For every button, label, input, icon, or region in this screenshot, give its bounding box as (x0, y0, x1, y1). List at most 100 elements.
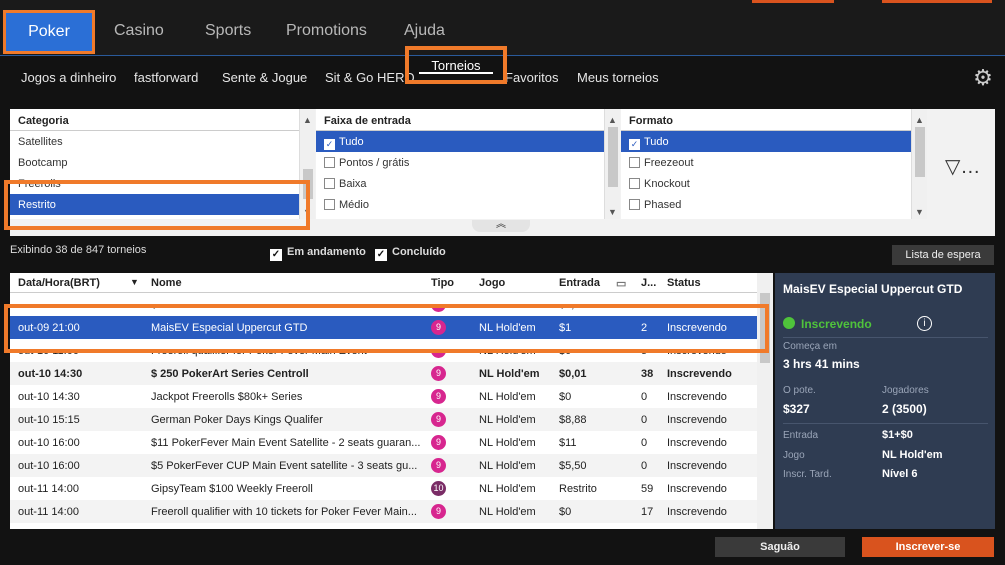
categoria-option[interactable]: Satellites (10, 131, 315, 152)
tab-promotions[interactable]: Promotions (286, 22, 367, 40)
cell-jogadores: 0 (641, 391, 648, 403)
starts-label: Começa em (783, 341, 837, 352)
scroll-thumb[interactable] (760, 293, 770, 363)
divider (783, 337, 988, 338)
checkbox-icon[interactable] (324, 199, 335, 210)
col-name[interactable]: Nome (151, 277, 182, 289)
subtab-sente-jogue[interactable]: Sente & Jogue (222, 70, 307, 85)
cell-jogadores: 17 (641, 506, 654, 518)
faixa-option-label: Pontos / grátis (339, 157, 410, 169)
table-row[interactable]: out-10 15:15 German Poker Days Kings Qua… (10, 408, 773, 431)
col-jogo[interactable]: Jogo (479, 277, 505, 289)
checkbox-icon[interactable] (629, 199, 640, 210)
col-datetime[interactable]: Data/Hora(BRT) (18, 277, 100, 289)
top-button-2[interactable] (882, 0, 992, 3)
table-row[interactable]: out-10 16:00 $5 PokerFever CUP Main Even… (10, 454, 773, 477)
checkbox-icon[interactable]: ✓ (629, 139, 640, 150)
categoria-option-selected[interactable]: Restrito (10, 194, 315, 215)
tab-sports[interactable]: Sports (205, 22, 251, 40)
filter-em-andamento[interactable]: ✓ Em andamento (270, 246, 366, 261)
categoria-option-label: Satellites (18, 136, 63, 148)
filter-panel: Categoria Satellites Bootcamp Freerolls … (10, 109, 995, 236)
checkbox-icon[interactable]: ✓ (270, 249, 282, 261)
tab-casino[interactable]: Casino (114, 22, 164, 40)
checkbox-icon[interactable] (629, 178, 640, 189)
formato-scrollbar[interactable]: ▲ ▼ (911, 109, 927, 219)
subtab-meus-torneios[interactable]: Meus torneios (577, 70, 659, 85)
scroll-down-icon[interactable]: ▼ (303, 207, 312, 217)
collapse-filters-icon[interactable]: ︽ (472, 220, 530, 232)
categoria-option[interactable]: Bootcamp (10, 152, 315, 173)
info-icon[interactable]: i (917, 316, 932, 331)
filter-concluido[interactable]: ✓ Concluído (375, 246, 446, 261)
checkbox-icon[interactable]: ✓ (375, 249, 387, 261)
gear-icon[interactable]: ⚙ (971, 66, 995, 90)
subtab-favoritos[interactable]: Favoritos (505, 70, 558, 85)
categoria-scrollbar[interactable]: ▲ ▼ (299, 109, 315, 219)
tournament-count: Exibindo 38 de 847 torneios (10, 244, 147, 256)
table-row[interactable]: out-10 14:30 Jackpot Freerolls $80k+ Ser… (10, 385, 773, 408)
categoria-option[interactable]: Freerolls (10, 173, 315, 194)
faixa-option-selected[interactable]: ✓ Tudo (316, 131, 620, 152)
sort-desc-icon[interactable]: ▼ (130, 277, 139, 287)
table-header: Data/Hora(BRT) ▼ Nome Tipo Jogo Entrada … (10, 273, 773, 293)
register-button[interactable]: Inscrever-se (862, 537, 994, 557)
scroll-up-icon[interactable]: ▲ (303, 115, 312, 125)
tipo-badge: 9 (431, 320, 446, 335)
formato-option[interactable]: Freezeout (621, 152, 927, 173)
table-row[interactable]: out-11 14:00 Freeroll qualifier with 10 … (10, 500, 773, 523)
formato-option[interactable]: Phased (621, 194, 927, 215)
filter-funnel-icon[interactable]: ▽… (945, 154, 980, 179)
scroll-thumb[interactable] (915, 127, 925, 177)
cell-date: out-10 14:30 (18, 368, 83, 380)
top-button-1[interactable] (752, 0, 834, 3)
subtab-fastforward[interactable]: fastforward (134, 70, 198, 85)
faixa-option[interactable]: Pontos / grátis (316, 152, 620, 173)
col-entrada[interactable]: Entrada (559, 277, 600, 289)
col-status[interactable]: Status (667, 277, 701, 289)
formato-option-selected[interactable]: ✓ Tudo (621, 131, 927, 152)
cell-entrada: $8,88 (559, 414, 587, 426)
scroll-up-icon[interactable]: ▲ (608, 115, 617, 125)
subtab-jogos-a-dinheiro[interactable]: Jogos a dinheiro (21, 70, 116, 85)
subtab-torneios[interactable]: Torneios (405, 46, 507, 84)
scroll-thumb[interactable] (303, 169, 313, 199)
checkbox-icon[interactable] (324, 157, 335, 168)
scroll-down-icon[interactable]: ▼ (915, 207, 924, 217)
table-row[interactable]: out-10 16:00 $11 PokerFever Main Event S… (10, 431, 773, 454)
cell-entrada: $0,01 (559, 368, 587, 380)
ticket-icon[interactable]: ▭ (616, 277, 626, 290)
formato-option-label: Knockout (644, 178, 690, 190)
table-row[interactable]: out-11 14:00 GipsyTeam $100 Weekly Freer… (10, 477, 773, 500)
faixa-option[interactable]: Baixa (316, 173, 620, 194)
tab-poker[interactable]: Poker (3, 10, 95, 54)
starts-value: 3 hrs 41 mins (783, 357, 860, 371)
tab-ajuda[interactable]: Ajuda (404, 22, 445, 40)
tournament-table: Data/Hora(BRT) ▼ Nome Tipo Jogo Entrada … (10, 273, 773, 529)
faixa-scrollbar[interactable]: ▲ ▼ (604, 109, 620, 219)
cell-entrada: $5,50 (559, 460, 587, 472)
scroll-up-icon[interactable]: ▲ (915, 115, 924, 125)
categoria-option-label: Bootcamp (18, 157, 68, 169)
categoria-option-label: Restrito (18, 199, 56, 211)
table-scrollbar[interactable] (757, 273, 773, 529)
wait-list-button[interactable]: Lista de espera (892, 245, 994, 265)
late-reg-value: Nível 6 (882, 468, 918, 480)
subtab-sit-go-hero[interactable]: Sit & Go HERO (325, 70, 415, 85)
filter-formato: Formato ✓ Tudo Freezeout Knockout Phased … (621, 109, 927, 219)
lobby-button[interactable]: Saguão (715, 537, 845, 557)
tipo-badge: 9 (431, 435, 446, 450)
table-row[interactable]: out-10 14:30 $ 250 PokerArt Series Centr… (10, 362, 773, 385)
scroll-down-icon[interactable]: ▼ (608, 207, 617, 217)
checkbox-icon[interactable] (629, 157, 640, 168)
scroll-thumb[interactable] (608, 127, 618, 187)
checkbox-icon[interactable]: ✓ (324, 139, 335, 150)
game-value: NL Hold'em (882, 449, 943, 461)
col-tipo[interactable]: Tipo (431, 277, 454, 289)
col-jogadores[interactable]: J... (641, 277, 656, 289)
formato-option[interactable]: Knockout (621, 173, 927, 194)
faixa-option[interactable]: Médio (316, 194, 620, 215)
cell-jogo: NL Hold'em (479, 460, 536, 472)
table-row-selected[interactable]: out-09 21:00 MaisEV Especial Uppercut GT… (10, 316, 773, 339)
checkbox-icon[interactable] (324, 178, 335, 189)
